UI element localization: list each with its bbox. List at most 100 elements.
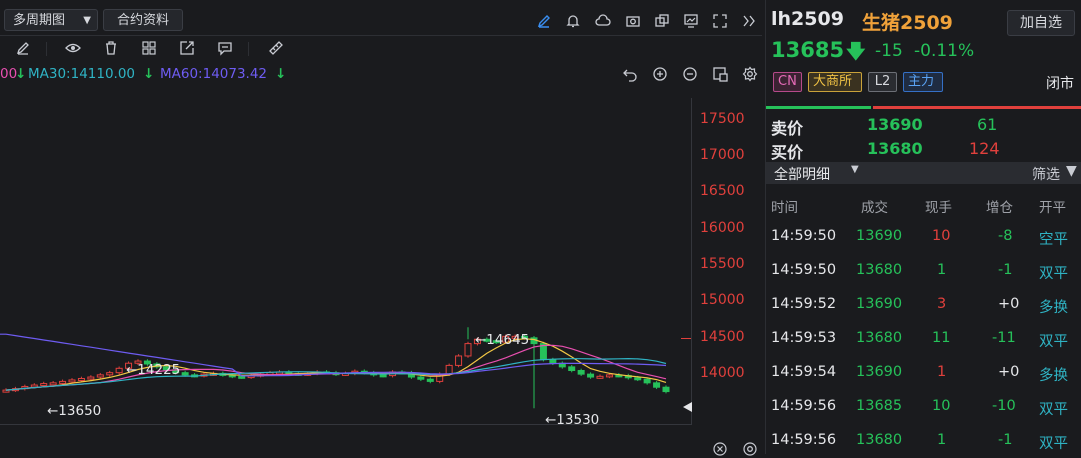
- cloud-icon[interactable]: [594, 12, 612, 30]
- candle-body: [653, 382, 661, 388]
- market-status: 闭市: [1046, 76, 1074, 92]
- add-favorite-button[interactable]: 加自选: [1007, 10, 1075, 36]
- price-change: -15: [875, 41, 903, 61]
- candle-body: [115, 367, 123, 374]
- row-volume: 11: [932, 330, 951, 346]
- candle-body: [596, 375, 604, 379]
- detail-tabbar: 全部明细 ▼ 筛选 ▼: [766, 162, 1081, 184]
- price-axis-label: 16000: [700, 219, 745, 236]
- edit-pencil-icon[interactable]: [14, 39, 32, 57]
- ma60-line: [0, 333, 667, 377]
- eye-icon[interactable]: [64, 39, 82, 57]
- collapse-panel-icon[interactable]: [740, 12, 758, 30]
- sell-price: 13690: [867, 115, 923, 134]
- trash-icon[interactable]: [102, 39, 120, 57]
- row-type: 空平: [1039, 232, 1068, 248]
- candle-body: [643, 378, 651, 384]
- price-axis-label: 15000: [700, 292, 745, 309]
- chart-type-icon[interactable]: [711, 65, 729, 83]
- row-type: 双平: [1039, 266, 1068, 282]
- price-axis-label: 15500: [700, 256, 745, 273]
- contract-info-button[interactable]: 合约资料: [103, 9, 183, 31]
- ma60-value: MA60:14073.42: [160, 66, 268, 82]
- close-circle-icon[interactable]: [711, 440, 729, 458]
- bell-icon[interactable]: [564, 12, 582, 30]
- candle-body: [96, 374, 104, 378]
- last-price: 13685: [771, 38, 845, 62]
- price-axis-label: 17500: [700, 110, 745, 127]
- row-type: 双平: [1039, 334, 1068, 350]
- ma30-value: MA30:14110.00: [28, 66, 136, 82]
- ma60-down-arrow-icon: ↓: [275, 66, 287, 82]
- candle-body: [587, 373, 595, 378]
- price-axis-label: 14500: [700, 328, 745, 345]
- annotation-low-right: ←13530: [545, 412, 600, 428]
- ma-down-arrow-icon: ↓: [15, 66, 27, 82]
- candle-body: [455, 355, 463, 366]
- grid-icon[interactable]: [140, 39, 158, 57]
- ma30-down-arrow-icon: ↓: [143, 66, 155, 82]
- detail-row: 14:59:50 13690 10 -8 空平: [766, 220, 1081, 254]
- filter-funnel-icon[interactable]: ▼: [1066, 163, 1077, 179]
- tag-cn: CN: [773, 72, 802, 92]
- sell-ratio-bar: [873, 106, 1081, 109]
- row-time: 14:59:56: [771, 432, 837, 448]
- row-oi: -1: [998, 262, 1013, 278]
- row-volume: 1: [937, 364, 947, 380]
- annotation-high-left: ←14225: [126, 362, 181, 378]
- zoom-in-icon[interactable]: [651, 65, 669, 83]
- caret-down-icon: ▼: [83, 15, 91, 26]
- external-link-icon[interactable]: [178, 39, 196, 57]
- candle-body: [77, 377, 85, 381]
- price-axis-label: 16500: [700, 183, 745, 200]
- undo-icon[interactable]: [621, 65, 639, 83]
- col-price: 成交: [861, 200, 888, 216]
- col-time: 时间: [771, 200, 798, 216]
- period-selector[interactable]: 多周期图 ▼: [4, 9, 98, 31]
- candle-body: [238, 375, 246, 379]
- detail-row: 14:59:53 13680 11 -11 双平: [766, 322, 1081, 356]
- detail-tab-all[interactable]: 全部明细: [774, 164, 830, 184]
- buy-ratio-bar: [766, 106, 871, 109]
- row-volume: 10: [932, 398, 951, 414]
- kline-svg: [0, 327, 670, 409]
- fullscreen-icon[interactable]: [711, 12, 729, 30]
- bottom-settings-icon[interactable]: [741, 440, 759, 458]
- candle-body: [30, 384, 38, 388]
- col-oi: 增仓: [986, 200, 1013, 216]
- detail-row: 14:59:50 13680 1 -1 双平: [766, 254, 1081, 288]
- contract-name: 生猪2509: [862, 12, 953, 34]
- settings-gear-icon[interactable]: [741, 65, 759, 83]
- ma-line: [5, 344, 667, 391]
- candle-body: [605, 374, 613, 378]
- detail-caret-down-icon[interactable]: ▼: [851, 164, 859, 175]
- row-time: 14:59:56: [771, 398, 837, 414]
- candle-body: [445, 364, 453, 375]
- candle-body: [417, 376, 425, 380]
- ruler-icon[interactable]: [267, 39, 285, 57]
- comment-icon[interactable]: [216, 39, 234, 57]
- row-time: 14:59:50: [771, 262, 837, 278]
- filter-button[interactable]: 筛选: [1032, 164, 1060, 184]
- row-price: 13685: [856, 398, 903, 414]
- price-down-arrow-icon: 🡇: [846, 41, 866, 63]
- row-time: 14:59:53: [771, 330, 837, 346]
- row-time: 14:59:54: [771, 364, 837, 380]
- copy-window-icon[interactable]: [653, 12, 671, 30]
- price-axis-label: 17000: [700, 147, 745, 164]
- price-change-pct: -0.11%: [914, 41, 975, 61]
- kline-chart[interactable]: [0, 98, 692, 425]
- row-oi: +0: [998, 364, 1020, 380]
- detail-row: 14:59:56 13680 1 -1 双平: [766, 424, 1081, 458]
- row-type: 双平: [1039, 402, 1068, 418]
- row-price: 13690: [856, 296, 903, 312]
- draw-pen-icon[interactable]: [535, 12, 553, 30]
- price-axis-label: 14000: [700, 365, 745, 382]
- zoom-out-icon[interactable]: [681, 65, 699, 83]
- camera-icon[interactable]: [624, 12, 642, 30]
- annotation-high-mid: ←14645: [475, 332, 530, 348]
- tag-level: L2: [868, 72, 897, 92]
- row-price: 13690: [856, 228, 903, 244]
- candle-body: [68, 379, 76, 383]
- monitor-chart-icon[interactable]: [682, 12, 700, 30]
